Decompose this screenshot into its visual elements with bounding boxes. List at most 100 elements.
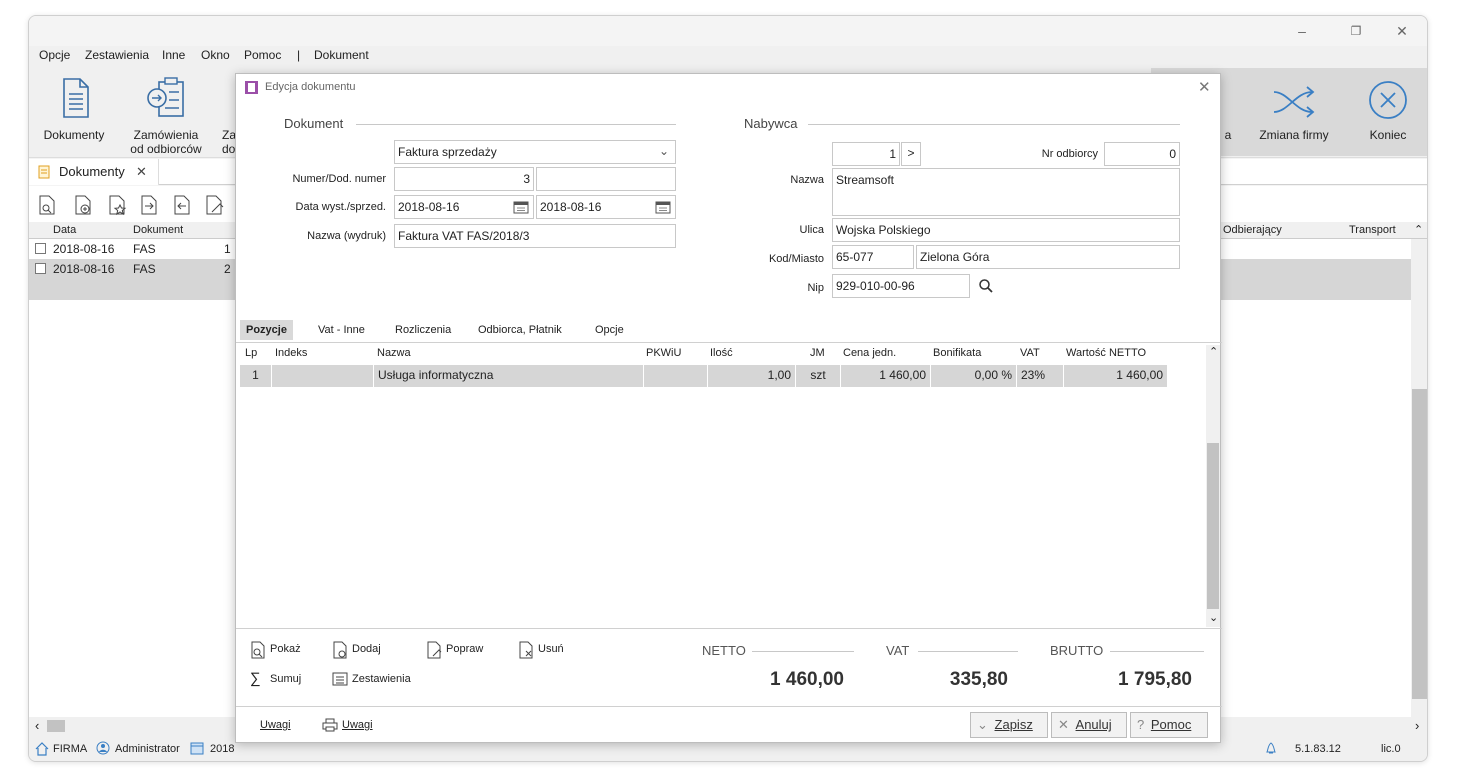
col-jm[interactable]: JM [810, 347, 825, 359]
sumuj-button[interactable]: ∑ Sumuj [250, 670, 301, 687]
search-icon[interactable] [978, 278, 994, 294]
status-year[interactable]: 2018 [210, 743, 234, 755]
col-bonifikata[interactable]: Bonifikata [933, 347, 981, 359]
menu-dokument[interactable]: Dokument [314, 48, 369, 62]
edit-doc-icon[interactable] [204, 194, 224, 216]
scroll-thumb[interactable] [1412, 389, 1427, 699]
row-checkbox[interactable] [35, 243, 46, 254]
col-data[interactable]: Data [53, 224, 76, 236]
preview-doc-icon[interactable] [37, 194, 57, 216]
grid-scroll-thumb[interactable] [1207, 443, 1219, 609]
tab-rozliczenia[interactable]: Rozliczenia [389, 320, 457, 340]
status-firma[interactable]: FIRMA [53, 743, 87, 755]
dodaj-button[interactable]: Dodaj [332, 641, 381, 659]
printer-icon [322, 718, 338, 732]
report-icon [332, 672, 348, 686]
scroll-right-icon[interactable]: › [1415, 718, 1419, 733]
nazwa-field[interactable]: Streamsoft [832, 168, 1180, 216]
menu-opcje[interactable]: Opcje [39, 48, 70, 62]
menu-inne[interactable]: Inne [162, 48, 185, 62]
add-icon [333, 641, 347, 659]
col-pkwiu[interactable]: PKWiU [646, 347, 681, 359]
buyer-number-field[interactable]: 1 [832, 142, 900, 166]
buyer-lookup-button[interactable]: > [901, 142, 921, 166]
dokumenty-ribbon-button[interactable]: Dokumenty [37, 76, 111, 142]
tab-odbiorca-platnik[interactable]: Odbiorca, Płatnik [472, 320, 568, 340]
menu-pomoc[interactable]: Pomoc [244, 48, 281, 62]
menu-okno[interactable]: Okno [201, 48, 230, 62]
tab-close-icon[interactable]: ✕ [136, 164, 147, 180]
grid-vertical-scrollbar[interactable]: ⌃ ⌄ [1206, 345, 1220, 627]
hscroll-thumb[interactable] [47, 720, 65, 732]
bell-icon[interactable] [1264, 740, 1278, 756]
numer-field[interactable]: 3 [394, 167, 534, 191]
cancel-icon: ✕ [1058, 717, 1069, 732]
tab-opcje[interactable]: Opcje [589, 320, 630, 340]
tab-pozycje[interactable]: Pozycje [240, 320, 293, 340]
nip-field[interactable]: 929-010-00-96 [832, 274, 970, 298]
col-lp[interactable]: Lp [245, 347, 257, 359]
koniec-button[interactable]: Koniec [1357, 80, 1419, 142]
tab-vat-inne[interactable]: Vat - Inne [312, 320, 371, 340]
close-circle-icon [1369, 81, 1407, 119]
data-wystawienia-field[interactable]: 2018-08-16 [394, 195, 534, 219]
col-cena[interactable]: Cena jedn. [843, 347, 896, 359]
col-netto[interactable]: Wartość NETTO [1066, 347, 1146, 359]
dialog-close-icon[interactable]: ✕ [1198, 78, 1211, 96]
zapisz-button[interactable]: ⌄ Zapisz [970, 712, 1048, 738]
zestawienia-button[interactable]: Zestawienia [332, 672, 411, 686]
nazwa-wydruk-field[interactable]: Faktura VAT FAS/2018/3 [394, 224, 676, 248]
user-icon [96, 741, 110, 755]
positions-row[interactable]: 1 Usługa informatyczna 1,00 szt 1 460,00… [240, 365, 1170, 387]
col-transport[interactable]: Transport [1349, 224, 1396, 236]
popraw-button[interactable]: Popraw [426, 641, 483, 659]
calendar-picker-icon[interactable] [513, 200, 529, 214]
uwagi-button[interactable]: Uwagi [260, 719, 291, 731]
add-doc-icon[interactable] [73, 194, 93, 216]
vat-line [918, 651, 1018, 652]
pomoc-button[interactable]: ? Pomoc [1130, 712, 1208, 738]
miasto-field[interactable]: Zielona Góra [916, 245, 1180, 269]
favorite-doc-icon[interactable] [107, 194, 127, 216]
dokumenty-ribbon-label: Dokumenty [43, 128, 105, 142]
col-indeks[interactable]: Indeks [275, 347, 307, 359]
restore-button[interactable]: ❐ [1345, 22, 1367, 40]
anuluj-button[interactable]: ✕ Anuluj [1051, 712, 1127, 738]
grid-bottom-divider [236, 628, 1222, 629]
tab-dokumenty[interactable]: Dokumenty ✕ [29, 159, 159, 185]
close-window-button[interactable]: ✕ [1391, 22, 1413, 40]
kod-pocztowy-field[interactable]: 65-077 [832, 245, 914, 269]
zamowienia-ribbon-button[interactable]: Zamówienia od odbiorców [125, 76, 207, 156]
export-doc-icon[interactable] [139, 194, 159, 216]
scroll-up-icon[interactable]: ⌃ [1414, 223, 1423, 236]
grid-scroll-down-icon[interactable]: ⌄ [1209, 611, 1218, 624]
dod-numer-field[interactable] [536, 167, 676, 191]
scroll-left-icon[interactable]: ‹ [35, 718, 39, 733]
import-doc-icon[interactable] [172, 194, 192, 216]
zmiana-firmy-button[interactable]: Zmiana firmy [1251, 80, 1337, 142]
ulica-field[interactable]: Wojska Polskiego [832, 218, 1180, 242]
col-nazwa[interactable]: Nazwa [377, 347, 411, 359]
row-checkbox[interactable] [35, 263, 46, 274]
col-odbierajacy[interactable]: Odbierający [1223, 224, 1282, 236]
document-type-select[interactable]: Faktura sprzedaży ⌄ [394, 140, 676, 164]
col-dokument[interactable]: Dokument [133, 224, 183, 236]
calendar-picker-icon[interactable] [655, 200, 671, 214]
col-ilosc[interactable]: Ilość [710, 347, 733, 359]
nr-odbiorcy-field[interactable]: 0 [1104, 142, 1180, 166]
menu-zestawienia[interactable]: Zestawienia [85, 48, 149, 62]
pokaz-button[interactable]: Pokaż [250, 641, 301, 659]
nip-label: Nip [807, 282, 824, 294]
truncated-ribbon-button[interactable]: Za do [222, 128, 236, 156]
col-vat[interactable]: VAT [1020, 347, 1040, 359]
vat-label: VAT [886, 643, 910, 658]
list-vertical-scrollbar[interactable] [1411, 239, 1427, 717]
zmiana-firmy-label: Zmiana firmy [1259, 128, 1329, 142]
row-date: 2018-08-16 [53, 262, 115, 276]
usun-button[interactable]: Usuń [518, 641, 564, 659]
data-sprzedazy-field[interactable]: 2018-08-16 [536, 195, 676, 219]
grid-scroll-up-icon[interactable]: ⌃ [1209, 345, 1218, 358]
minimize-button[interactable]: – [1291, 22, 1313, 40]
status-user[interactable]: Administrator [115, 743, 180, 755]
uwagi-print-button[interactable]: Uwagi [322, 718, 373, 732]
